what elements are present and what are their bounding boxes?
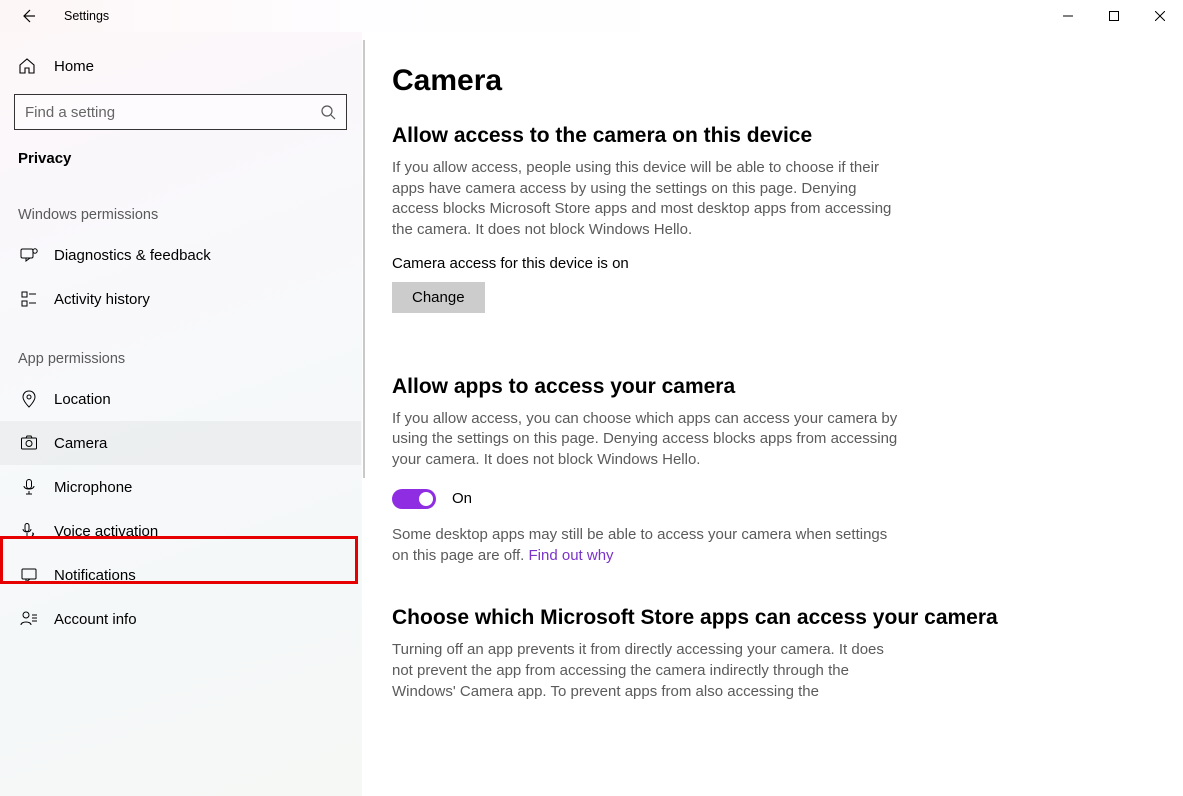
section-allow-apps-desc: If you allow access, you can choose whic… xyxy=(392,409,902,471)
page-title: Camera xyxy=(392,64,1143,98)
toggle-knob xyxy=(419,492,433,506)
account-icon xyxy=(18,610,40,628)
search-input[interactable] xyxy=(25,104,320,121)
nav-diagnostics[interactable]: Diagnostics & feedback xyxy=(0,233,361,277)
section-choose-apps-heading: Choose which Microsoft Store apps can ac… xyxy=(392,606,1143,630)
group-app-permissions: App permissions xyxy=(0,321,361,377)
nav-item-label: Notifications xyxy=(54,567,136,584)
group-windows-permissions: Windows permissions xyxy=(0,177,361,233)
notifications-icon xyxy=(18,566,40,584)
desktop-apps-note: Some desktop apps may still be able to a… xyxy=(392,525,902,566)
nav-item-label: Account info xyxy=(54,611,137,628)
apps-access-toggle[interactable] xyxy=(392,489,436,509)
back-button[interactable] xyxy=(14,2,42,30)
section-choose-apps-desc: Turning off an app prevents it from dire… xyxy=(392,640,902,702)
toggle-state-label: On xyxy=(452,490,472,507)
category-label: Privacy xyxy=(0,144,361,177)
timeline-icon xyxy=(18,290,40,308)
device-access-status: Camera access for this device is on xyxy=(392,255,1143,272)
nav-home[interactable]: Home xyxy=(0,46,361,86)
maximize-button[interactable] xyxy=(1091,0,1137,32)
section-allow-device-desc: If you allow access, people using this d… xyxy=(392,158,902,241)
microphone-icon xyxy=(18,478,40,496)
change-button[interactable]: Change xyxy=(392,282,485,313)
feedback-icon xyxy=(18,246,40,264)
content-area: Camera Allow access to the camera on thi… xyxy=(362,32,1183,796)
maximize-icon xyxy=(1109,11,1119,21)
nav-voice-activation[interactable]: Voice activation xyxy=(0,509,361,553)
note-text: Some desktop apps may still be able to a… xyxy=(392,526,887,564)
nav-account-info[interactable]: Account info xyxy=(0,597,361,641)
nav-item-label: Location xyxy=(54,391,111,408)
window-controls xyxy=(1045,0,1183,32)
section-allow-apps-heading: Allow apps to access your camera xyxy=(392,375,1143,399)
nav-item-label: Activity history xyxy=(54,291,150,308)
section-allow-device-heading: Allow access to the camera on this devic… xyxy=(392,124,1143,148)
nav-notifications[interactable]: Notifications xyxy=(0,553,361,597)
nav-location[interactable]: Location xyxy=(0,377,361,421)
camera-icon xyxy=(18,434,40,452)
nav-activity-history[interactable]: Activity history xyxy=(0,277,361,321)
home-icon xyxy=(18,57,40,75)
nav-item-label: Diagnostics & feedback xyxy=(54,247,211,264)
close-button[interactable] xyxy=(1137,0,1183,32)
nav-home-label: Home xyxy=(54,58,94,75)
minimize-icon xyxy=(1063,11,1073,21)
nav-item-label: Camera xyxy=(54,435,107,452)
nav-item-label: Microphone xyxy=(54,479,132,496)
nav-camera[interactable]: Camera xyxy=(0,421,361,465)
apps-access-toggle-row: On xyxy=(392,489,1143,509)
search-icon xyxy=(320,104,336,120)
voice-icon xyxy=(18,522,40,540)
close-icon xyxy=(1155,11,1165,21)
nav-microphone[interactable]: Microphone xyxy=(0,465,361,509)
location-icon xyxy=(18,390,40,408)
search-box[interactable] xyxy=(14,94,347,130)
titlebar: Settings xyxy=(0,0,1183,32)
sidebar: Home Privacy Windows permissions Diagnos… xyxy=(0,32,362,796)
minimize-button[interactable] xyxy=(1045,0,1091,32)
nav-item-label: Voice activation xyxy=(54,523,158,540)
window-title: Settings xyxy=(64,9,109,23)
arrow-left-icon xyxy=(20,8,36,24)
find-out-why-link[interactable]: Find out why xyxy=(529,547,614,564)
